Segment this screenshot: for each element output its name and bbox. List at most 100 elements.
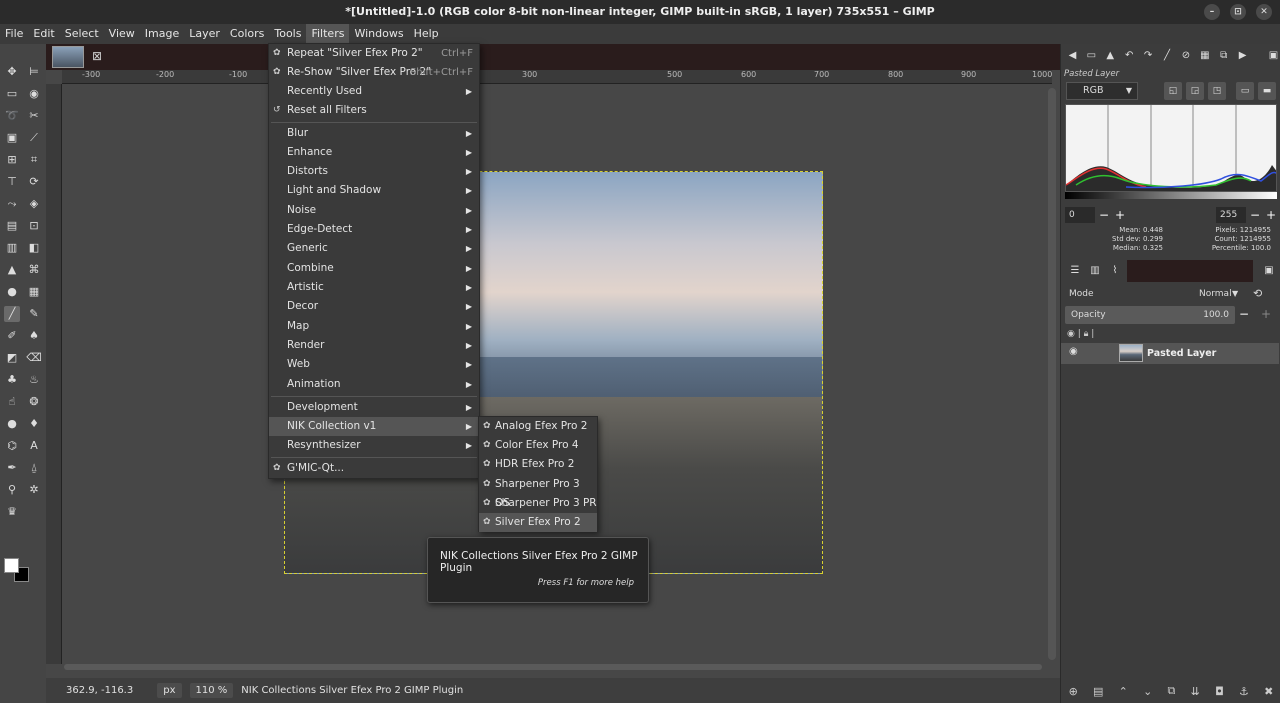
color-select-icon[interactable]: ⊞ xyxy=(4,152,20,168)
layer-visibility-icon[interactable]: ◉ xyxy=(1069,346,1078,357)
tool-options-icon[interactable]: ▭ xyxy=(1084,48,1099,64)
menu-edit[interactable]: Edit xyxy=(28,24,59,44)
shear-icon[interactable]: ◧ xyxy=(26,240,42,256)
foreground-color-swatch[interactable] xyxy=(4,558,19,573)
menu-item-light-shadow[interactable]: Light and Shadow ▶ xyxy=(269,181,479,200)
eraser-icon[interactable]: ⌫ xyxy=(26,350,42,366)
menu-tools[interactable]: Tools xyxy=(269,24,306,44)
rotate-icon[interactable]: ⟳ xyxy=(26,174,42,190)
new-layer-icon[interactable]: ⊕ xyxy=(1069,685,1078,698)
images-icon[interactable]: ⧉ xyxy=(1216,48,1231,64)
visibility-icon[interactable]: ◉ xyxy=(1067,329,1075,339)
anchor-icon[interactable]: ⚓ xyxy=(1239,685,1249,698)
plus-icon[interactable]: + xyxy=(1261,306,1271,322)
close-button[interactable]: ✕ xyxy=(1256,4,1272,20)
rect-select-icon[interactable]: ▭ xyxy=(4,86,20,102)
duplicate-layer-icon[interactable]: ⧉ xyxy=(1168,684,1176,698)
measure-icon[interactable]: ⍙ xyxy=(26,460,42,476)
smudge-icon[interactable]: ☝ xyxy=(4,394,20,410)
scissors-icon[interactable]: ✂ xyxy=(26,108,42,124)
text-tool-icon[interactable]: A xyxy=(26,438,42,454)
menu-image[interactable]: Image xyxy=(140,24,184,44)
menu-item-reset-filters[interactable]: ↺ Reset all Filters xyxy=(269,101,479,120)
plus-icon[interactable]: + xyxy=(1266,207,1276,223)
menu-item-repeat-filter[interactable]: ✿ Repeat "Silver Efex Pro 2" Ctrl+F xyxy=(269,44,479,63)
unified-transform-icon[interactable]: ⊡ xyxy=(26,218,42,234)
pencil-icon[interactable]: ✎ xyxy=(26,306,42,322)
crop-icon[interactable]: ⌗ xyxy=(26,152,42,168)
ink-icon[interactable]: ♠ xyxy=(26,328,42,344)
paths-tab-icon[interactable]: ⌇ xyxy=(1107,263,1123,279)
menu-item-color-efex[interactable]: ✿ Color Efex Pro 4 xyxy=(479,436,597,455)
menu-item-animation[interactable]: Animation ▶ xyxy=(269,375,479,394)
menu-item-nik-collection[interactable]: NIK Collection v1 ▶ xyxy=(269,417,479,436)
perspective-clone-icon[interactable]: ♨ xyxy=(26,372,42,388)
paths-icon[interactable]: ⌬ xyxy=(4,438,20,454)
menu-item-render[interactable]: Render ▶ xyxy=(269,336,479,355)
horizontal-scrollbar[interactable] xyxy=(64,664,1042,670)
menu-file[interactable]: File xyxy=(0,24,28,44)
undo-history-icon[interactable]: ↶ xyxy=(1122,48,1137,64)
handle-transform-icon[interactable]: ⌘ xyxy=(26,262,42,278)
patterns-icon[interactable]: ⊘ xyxy=(1178,48,1193,64)
bucket-fill-icon[interactable]: ▲ xyxy=(4,262,20,278)
color-picker-icon[interactable]: ✒ xyxy=(4,460,20,476)
lasso-icon[interactable]: ➰ xyxy=(4,108,20,124)
layer-row[interactable]: ◉ Pasted Layer xyxy=(1061,343,1279,364)
menu-item-generic[interactable]: Generic ▶ xyxy=(269,239,479,258)
burn-icon[interactable]: ♦ xyxy=(26,416,42,432)
menu-item-combine[interactable]: Combine ▶ xyxy=(269,259,479,278)
foreground-select-icon[interactable]: ▣ xyxy=(4,130,20,146)
raise-layer-icon[interactable]: ⌃ xyxy=(1119,685,1128,698)
histogram-range-high[interactable]: 255 xyxy=(1216,207,1246,223)
menu-help[interactable]: Help xyxy=(409,24,444,44)
chevron-down-icon[interactable]: ▼ xyxy=(1232,289,1238,298)
menu-item-noise[interactable]: Noise ▶ xyxy=(269,201,479,220)
layers-tab-icon[interactable]: ☰ xyxy=(1067,263,1083,279)
linear-histogram-button[interactable]: ◱ xyxy=(1164,82,1182,100)
brushes-icon[interactable]: ╱ xyxy=(1160,48,1175,64)
tab-close-icon[interactable]: ⊠ xyxy=(92,49,102,63)
grid-icon[interactable]: ▦ xyxy=(1197,48,1212,64)
vertical-scrollbar[interactable] xyxy=(1048,88,1056,660)
tab-right-arrow-icon[interactable]: ▶ xyxy=(1235,48,1250,64)
histogram-range-low[interactable]: 0 xyxy=(1065,207,1095,223)
menu-select[interactable]: Select xyxy=(60,24,104,44)
maximize-button[interactable]: ⊡ xyxy=(1230,4,1246,20)
flip-icon[interactable]: ▥ xyxy=(4,240,20,256)
menu-windows[interactable]: Windows xyxy=(349,24,408,44)
menu-item-gmic[interactable]: ✿ G'MIC-Qt... xyxy=(269,459,479,478)
minus-icon[interactable]: − xyxy=(1099,207,1109,223)
menu-item-decor[interactable]: Decor ▶ xyxy=(269,297,479,316)
composite-mode-icon[interactable]: ⟲ xyxy=(1253,287,1262,300)
plus-icon[interactable]: + xyxy=(1115,207,1125,223)
new-group-icon[interactable]: ▤ xyxy=(1093,685,1103,698)
mode-select[interactable]: Normal xyxy=(1199,289,1232,299)
menu-layer[interactable]: Layer xyxy=(184,24,225,44)
cage-icon[interactable]: ◈ xyxy=(26,196,42,212)
menu-item-reshow-filter[interactable]: ✿ Re-Show "Silver Efex Pro 2" Shift+Ctrl+F xyxy=(269,63,479,82)
airbrush-icon[interactable]: ✐ xyxy=(4,328,20,344)
delete-layer-icon[interactable]: ✖ xyxy=(1264,685,1273,698)
zoom-select[interactable]: 110 % xyxy=(189,683,234,698)
menu-item-edge-detect[interactable]: Edge-Detect ▶ xyxy=(269,220,479,239)
mask-icon[interactable]: ◘ xyxy=(1215,685,1224,698)
dodge-icon[interactable]: ● xyxy=(4,416,20,432)
menu-item-web[interactable]: Web ▶ xyxy=(269,355,479,374)
channels-tab-icon[interactable]: ▥ xyxy=(1087,263,1103,279)
menu-item-resynthesizer[interactable]: Resynthesizer ▶ xyxy=(269,436,479,455)
clone-icon[interactable]: ◩ xyxy=(4,350,20,366)
blur-icon[interactable]: ❂ xyxy=(26,394,42,410)
dock-menu-icon[interactable]: ▣ xyxy=(1266,48,1280,64)
gradient-icon[interactable]: ● xyxy=(4,284,20,300)
menu-item-hdr-efex[interactable]: ✿ HDR Efex Pro 2 xyxy=(479,455,597,474)
tab-left-arrow-icon[interactable]: ◀ xyxy=(1065,48,1080,64)
menu-filters[interactable]: Filters xyxy=(306,24,350,44)
histogram-edit-button[interactable]: ◳ xyxy=(1208,82,1226,100)
menu-item-silver-efex[interactable]: ✿ Silver Efex Pro 2 xyxy=(479,513,597,532)
menu-view[interactable]: View xyxy=(104,24,140,44)
warp-icon[interactable]: ⤳ xyxy=(4,196,20,212)
pointer-icon[interactable]: ↷ xyxy=(1141,48,1156,64)
log-histogram-button[interactable]: ◲ xyxy=(1186,82,1204,100)
menu-item-enhance[interactable]: Enhance ▶ xyxy=(269,143,479,162)
